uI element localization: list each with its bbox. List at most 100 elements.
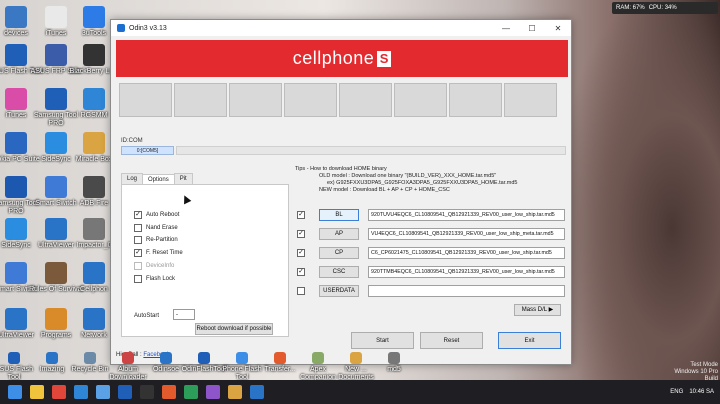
language-indicator[interactable]: ENG — [670, 389, 683, 395]
taskbar-app-icon[interactable] — [206, 385, 220, 399]
taskbar-app-icon[interactable] — [250, 385, 264, 399]
file-checkbox[interactable]: ✓ — [297, 230, 305, 238]
tips-old-example: ex) G925FXXU3DPA5_G925FOXA3DPA5_G925FXXU… — [327, 180, 518, 186]
app-icon — [198, 352, 210, 364]
tips-new-model: NEW model : Download BL + AP + CP + HOME… — [319, 187, 450, 193]
checkbox — [134, 262, 142, 270]
close-button[interactable]: ✕ — [545, 20, 571, 36]
bl-button[interactable]: BL — [319, 209, 359, 221]
file-path-field[interactable]: C6_CP6021475_CL10809541_QB12921339_REV00… — [368, 247, 565, 259]
autostart-select[interactable]: - — [173, 309, 195, 320]
checkbox[interactable]: ✓ — [134, 211, 142, 219]
desktop-icon[interactable]: md5 — [370, 352, 418, 374]
tab-pit[interactable]: Pit — [173, 173, 193, 184]
tips-title: Tips - How to download HOME binary — [295, 166, 387, 172]
options-panel: ✓ Auto Reboot Nand Erase Re-Partition ✓ F. Re… — [121, 184, 289, 337]
maximize-button[interactable]: ☐ — [519, 20, 545, 36]
app-icon — [5, 176, 27, 198]
taskbar-app-icon[interactable] — [118, 385, 132, 399]
reboot-download-button[interactable]: Reboot download if possible — [195, 323, 273, 335]
exit-button[interactable]: Exit — [498, 332, 561, 349]
file-row-userdata: USERDATA — [297, 285, 565, 297]
taskbar-app-icon[interactable] — [162, 385, 176, 399]
checkbox[interactable] — [134, 275, 142, 283]
app-icon — [83, 218, 105, 240]
file-path-field[interactable]: 920TTMB4EQC6_CL10809541_QB12921339_REV00… — [368, 266, 565, 278]
minimize-button[interactable]: — — [493, 20, 519, 36]
app-icon — [5, 218, 27, 240]
userdata-button[interactable]: USERDATA — [319, 285, 359, 297]
tab-log[interactable]: Log — [121, 173, 144, 184]
app-icon — [5, 132, 27, 154]
file-row-bl: ✓ BL 920TUVU4EQC6_CL10809541_QB12921339_RE… — [297, 209, 565, 221]
file-checkbox[interactable] — [297, 287, 305, 295]
odin-app-icon — [117, 24, 125, 32]
app-icon — [5, 88, 27, 110]
option-nand-erase[interactable]: Nand Erase — [134, 224, 178, 232]
taskbar-app-icon[interactable] — [184, 385, 198, 399]
app-icon — [350, 352, 362, 364]
app-icon — [5, 44, 27, 66]
option-label: Nand Erase — [146, 225, 178, 231]
option-auto-reboot[interactable]: ✓ Auto Reboot — [134, 211, 179, 219]
option-label: DeviceInfo — [146, 263, 175, 269]
cp-button[interactable]: CP — [319, 247, 359, 259]
option-re-partition[interactable]: Re-Partition — [134, 236, 178, 244]
taskbar: ENG 10:46 SA — [0, 380, 720, 404]
option-deviceinfo: DeviceInfo — [134, 262, 174, 270]
taskbar-app-icon[interactable] — [228, 385, 242, 399]
csc-button[interactable]: CSC — [319, 266, 359, 278]
app-icon — [84, 352, 96, 364]
checkbox[interactable] — [134, 236, 142, 244]
file-path-field[interactable] — [368, 285, 565, 297]
device-slot — [449, 83, 502, 117]
option-label: Flash Lock — [146, 276, 176, 282]
banner-badge: S — [377, 50, 392, 67]
taskbar-app-icon[interactable] — [74, 385, 88, 399]
checkbox[interactable] — [134, 224, 142, 232]
tips-text: Tips - How to download HOME binary OLD m… — [295, 166, 517, 194]
desktop-wallpaper — [560, 0, 720, 380]
app-icon — [5, 308, 27, 330]
window-title: Odin3 v3.13 — [129, 24, 167, 32]
checkbox[interactable]: ✓ — [134, 249, 142, 257]
start-icon[interactable] — [8, 385, 22, 399]
device-slot — [504, 83, 557, 117]
cellphones-banner: cellphone S — [116, 40, 568, 77]
app-icon — [312, 352, 324, 364]
clock[interactable]: 10:46 SA — [689, 389, 714, 395]
taskbar-app-icon[interactable] — [96, 385, 110, 399]
file-path-field[interactable]: 920TUVU4EQC6_CL10809541_QB12921339_REV00… — [368, 209, 565, 221]
file-path-field[interactable]: VU4EQC6_CL10809541_QB12921339_REV00_user… — [368, 228, 565, 240]
file-checkbox[interactable]: ✓ — [297, 268, 305, 276]
port-row — [176, 146, 566, 155]
app-icon — [388, 352, 400, 364]
app-icon — [160, 352, 172, 364]
app-icon — [83, 176, 105, 198]
file-checkbox[interactable]: ✓ — [297, 249, 305, 257]
cpu-usage: CPU: 34% — [648, 5, 677, 11]
ap-button[interactable]: AP — [319, 228, 359, 240]
com-port-indicator: 0:[COM5] — [121, 146, 174, 155]
title-bar[interactable]: Odin3 v3.13 — ☐ ✕ — [111, 20, 571, 36]
device-slots — [119, 83, 557, 117]
mass-dl-button[interactable]: Mass D/L ▶ — [514, 304, 561, 316]
start-button[interactable]: Start — [351, 332, 414, 349]
option-flash-lock[interactable]: Flash Lock — [134, 275, 175, 283]
device-slot — [284, 83, 337, 117]
app-icon — [274, 352, 286, 364]
app-icon — [5, 6, 27, 28]
option-f-reset-time[interactable]: ✓ F. Reset Time — [134, 249, 183, 257]
file-checkbox[interactable]: ✓ — [297, 211, 305, 219]
chrome-icon[interactable] — [52, 385, 66, 399]
taskbar-app-icon[interactable] — [140, 385, 154, 399]
device-slot — [229, 83, 282, 117]
banner-text: cellphone — [292, 48, 375, 68]
ram-usage: RAM: 67% — [616, 5, 645, 11]
file-explorer-icon[interactable] — [30, 385, 44, 399]
app-icon — [5, 262, 27, 284]
reset-button[interactable]: Reset — [420, 332, 483, 349]
file-row-cp: ✓ CP C6_CP6021475_CL10809541_QB12921339_RE… — [297, 247, 565, 259]
option-label: Re-Partition — [146, 237, 178, 243]
app-icon — [236, 352, 248, 364]
